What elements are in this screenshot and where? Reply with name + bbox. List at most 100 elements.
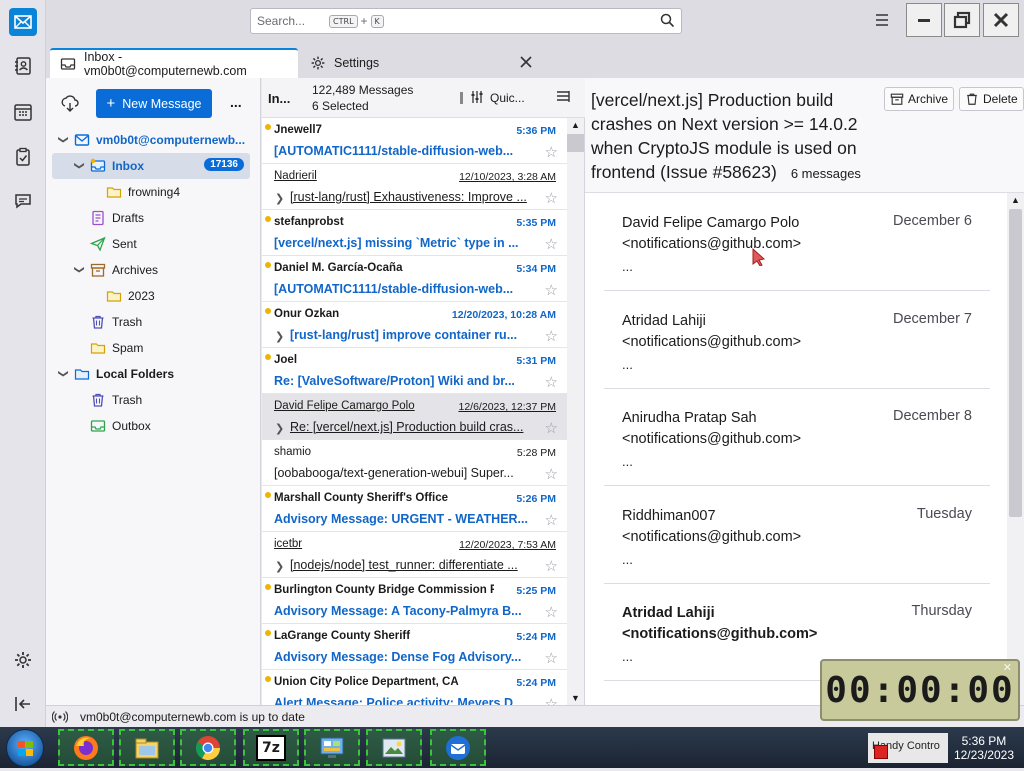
archive-button[interactable]: Archive bbox=[884, 87, 955, 111]
chevron-down-icon[interactable]: ❯ bbox=[74, 265, 85, 275]
scroll-up-icon[interactable]: ▲ bbox=[571, 120, 580, 130]
image-viewer-taskbar-icon[interactable] bbox=[366, 729, 422, 766]
new-message-button[interactable]: + New Message bbox=[96, 89, 212, 118]
message-row[interactable]: LaGrange County Sheriff 5:24 PM Advisory M… bbox=[262, 624, 568, 670]
card-expand-ellipsis[interactable]: ... bbox=[622, 259, 633, 274]
folder-pane-more-button[interactable]: ... bbox=[230, 94, 242, 110]
conversation-message-card[interactable]: David Felipe Camargo Polo <notifications… bbox=[604, 193, 990, 291]
stopwatch-overlay[interactable]: 00:00:00 ✕ bbox=[820, 659, 1020, 721]
close-window-button[interactable] bbox=[983, 3, 1019, 37]
message-row[interactable]: Nadrieril 12/10/2023, 3:28 AM ❯ [rust-lang/… bbox=[262, 164, 568, 210]
scroll-up-icon[interactable]: ▲ bbox=[1011, 195, 1020, 205]
scrollbar-thumb[interactable] bbox=[1009, 209, 1022, 517]
folder-spam[interactable]: Spam bbox=[52, 335, 250, 361]
folder-sent[interactable]: Sent bbox=[52, 231, 250, 257]
conversation-message-card[interactable]: Anirudha Pratap Sah <notifications@githu… bbox=[604, 388, 990, 486]
local-folders-row[interactable]: ❯ Local Folders bbox=[52, 361, 250, 387]
tasks-icon[interactable] bbox=[9, 143, 37, 171]
star-icon[interactable]: ☆ bbox=[545, 143, 558, 161]
folder-drafts[interactable]: Drafts bbox=[52, 205, 250, 231]
account-row[interactable]: ❯ vm0b0t@computernewb... bbox=[52, 127, 250, 153]
chevron-down-icon[interactable]: ❯ bbox=[74, 161, 85, 171]
message-row[interactable]: stefanprobst 5:35 PM [vercel/next.js] miss… bbox=[262, 210, 568, 256]
mail-icon[interactable] bbox=[9, 8, 37, 36]
quick-filter-button[interactable]: Quic... bbox=[490, 91, 525, 105]
tray-clock[interactable]: 5:36 PM 12/23/2023 bbox=[954, 734, 1014, 762]
online-status-icon[interactable] bbox=[52, 710, 68, 724]
chevron-right-icon[interactable]: ❯ bbox=[275, 192, 284, 205]
star-icon[interactable]: ☆ bbox=[545, 373, 558, 391]
message-date: 5:31 PM bbox=[516, 355, 556, 367]
chevron-down-icon[interactable]: ❯ bbox=[58, 369, 69, 379]
card-expand-ellipsis[interactable]: ... bbox=[622, 649, 633, 664]
star-icon[interactable]: ☆ bbox=[545, 511, 558, 529]
scrollbar-thumb[interactable] bbox=[567, 134, 584, 152]
local-folder-trash[interactable]: Trash bbox=[52, 387, 250, 413]
folder-archives[interactable]: ❯ Archives bbox=[52, 257, 250, 283]
folder-2023[interactable]: 2023 bbox=[52, 283, 250, 309]
settings-gear-icon[interactable] bbox=[9, 646, 37, 674]
folder-trash[interactable]: Trash bbox=[52, 309, 250, 335]
message-row[interactable]: Joel 5:31 PM Re: [ValveSoftware/Proton] Wi… bbox=[262, 348, 568, 394]
reading-pane-scrollbar[interactable]: ▲ bbox=[1007, 193, 1024, 705]
pane-splitter-handle[interactable] bbox=[460, 92, 463, 104]
title-bar: Search... CTRL + K bbox=[46, 0, 1024, 44]
star-icon[interactable]: ☆ bbox=[545, 603, 558, 621]
star-icon[interactable]: ☆ bbox=[545, 327, 558, 345]
app-menu-icon[interactable] bbox=[874, 12, 890, 31]
local-folder-outbox[interactable]: Outbox bbox=[52, 413, 250, 439]
star-icon[interactable]: ☆ bbox=[545, 281, 558, 299]
file-explorer-taskbar-icon[interactable] bbox=[119, 729, 175, 766]
card-expand-ellipsis[interactable]: ... bbox=[622, 357, 633, 372]
message-row[interactable]: shamio 5:28 PM [oobabooga/text-generation-… bbox=[262, 440, 568, 486]
firefox-taskbar-icon[interactable] bbox=[58, 729, 114, 766]
folder-frowning4[interactable]: frowning4 bbox=[52, 179, 250, 205]
control-panel-taskbar-icon[interactable] bbox=[304, 729, 360, 766]
chevron-right-icon[interactable]: ❯ bbox=[275, 560, 284, 573]
tab-inbox[interactable]: Inbox - vm0b0t@computernewb.com bbox=[50, 48, 298, 78]
chevron-down-icon[interactable]: ❯ bbox=[58, 135, 69, 145]
thunderbird-taskbar-icon[interactable] bbox=[430, 729, 486, 766]
address-book-icon[interactable] bbox=[9, 52, 37, 80]
folder-inbox[interactable]: ❯ Inbox 17136 bbox=[52, 153, 250, 179]
collapse-spaces-icon[interactable] bbox=[9, 690, 37, 718]
star-icon[interactable]: ☆ bbox=[545, 465, 558, 483]
calendar-icon[interactable] bbox=[9, 98, 37, 126]
scroll-down-icon[interactable]: ▼ bbox=[571, 693, 580, 703]
restore-button[interactable] bbox=[944, 3, 980, 37]
conversation-message-card[interactable]: Riddhiman007 <notifications@github.com> T… bbox=[604, 486, 990, 584]
chevron-right-icon[interactable]: ❯ bbox=[275, 422, 284, 435]
message-row[interactable]: Marshall County Sheriff's Office 5:26 PM A… bbox=[262, 486, 568, 532]
message-row[interactable]: Daniel M. García-Ocaña 5:34 PM [AUTOMATIC1… bbox=[262, 256, 568, 302]
message-row[interactable]: Onur Özkan 12/20/2023, 10:28 AM ❯ [rust-lan… bbox=[262, 302, 568, 348]
card-expand-ellipsis[interactable]: ... bbox=[622, 454, 633, 469]
message-row[interactable]: Jnewell7 5:36 PM [AUTOMATIC1111/stable-dif… bbox=[262, 118, 568, 164]
close-tab-icon[interactable] bbox=[520, 56, 532, 71]
chevron-right-icon[interactable]: ❯ bbox=[275, 330, 284, 343]
display-options-icon[interactable] bbox=[556, 90, 572, 107]
conversation-message-card[interactable]: Atridad Lahiji <notifications@github.com… bbox=[604, 291, 990, 389]
star-icon[interactable]: ☆ bbox=[545, 189, 558, 207]
start-button[interactable] bbox=[6, 729, 44, 767]
message-row[interactable]: David Felipe Camargo Polo 12/6/2023, 12:3… bbox=[262, 394, 568, 440]
7zip-taskbar-icon[interactable]: 7z bbox=[243, 729, 299, 766]
search-icon[interactable] bbox=[660, 13, 675, 31]
chrome-taskbar-icon[interactable] bbox=[180, 729, 236, 766]
star-icon[interactable]: ☆ bbox=[545, 235, 558, 253]
quick-filter-icon[interactable] bbox=[470, 90, 484, 107]
star-icon[interactable]: ☆ bbox=[545, 557, 558, 575]
message-row[interactable]: icetbr 12/20/2023, 7:53 AM ❯ [nodejs/node] … bbox=[262, 532, 568, 578]
close-icon[interactable]: ✕ bbox=[1003, 661, 1014, 674]
security-alert-icon[interactable] bbox=[874, 745, 888, 759]
minimize-button[interactable] bbox=[906, 3, 942, 37]
get-messages-icon[interactable] bbox=[61, 95, 79, 116]
search-input[interactable]: Search... CTRL + K bbox=[250, 8, 682, 34]
delete-button[interactable]: Delete bbox=[959, 87, 1024, 111]
tab-settings[interactable]: Settings bbox=[300, 48, 544, 78]
chat-icon[interactable] bbox=[9, 187, 37, 215]
star-icon[interactable]: ☆ bbox=[545, 649, 558, 667]
star-icon[interactable]: ☆ bbox=[545, 419, 558, 437]
card-expand-ellipsis[interactable]: ... bbox=[622, 552, 633, 567]
message-row[interactable]: Burlington County Bridge Commission P...… bbox=[262, 578, 568, 624]
message-list-scrollbar[interactable]: ▲ ▼ bbox=[567, 118, 584, 705]
